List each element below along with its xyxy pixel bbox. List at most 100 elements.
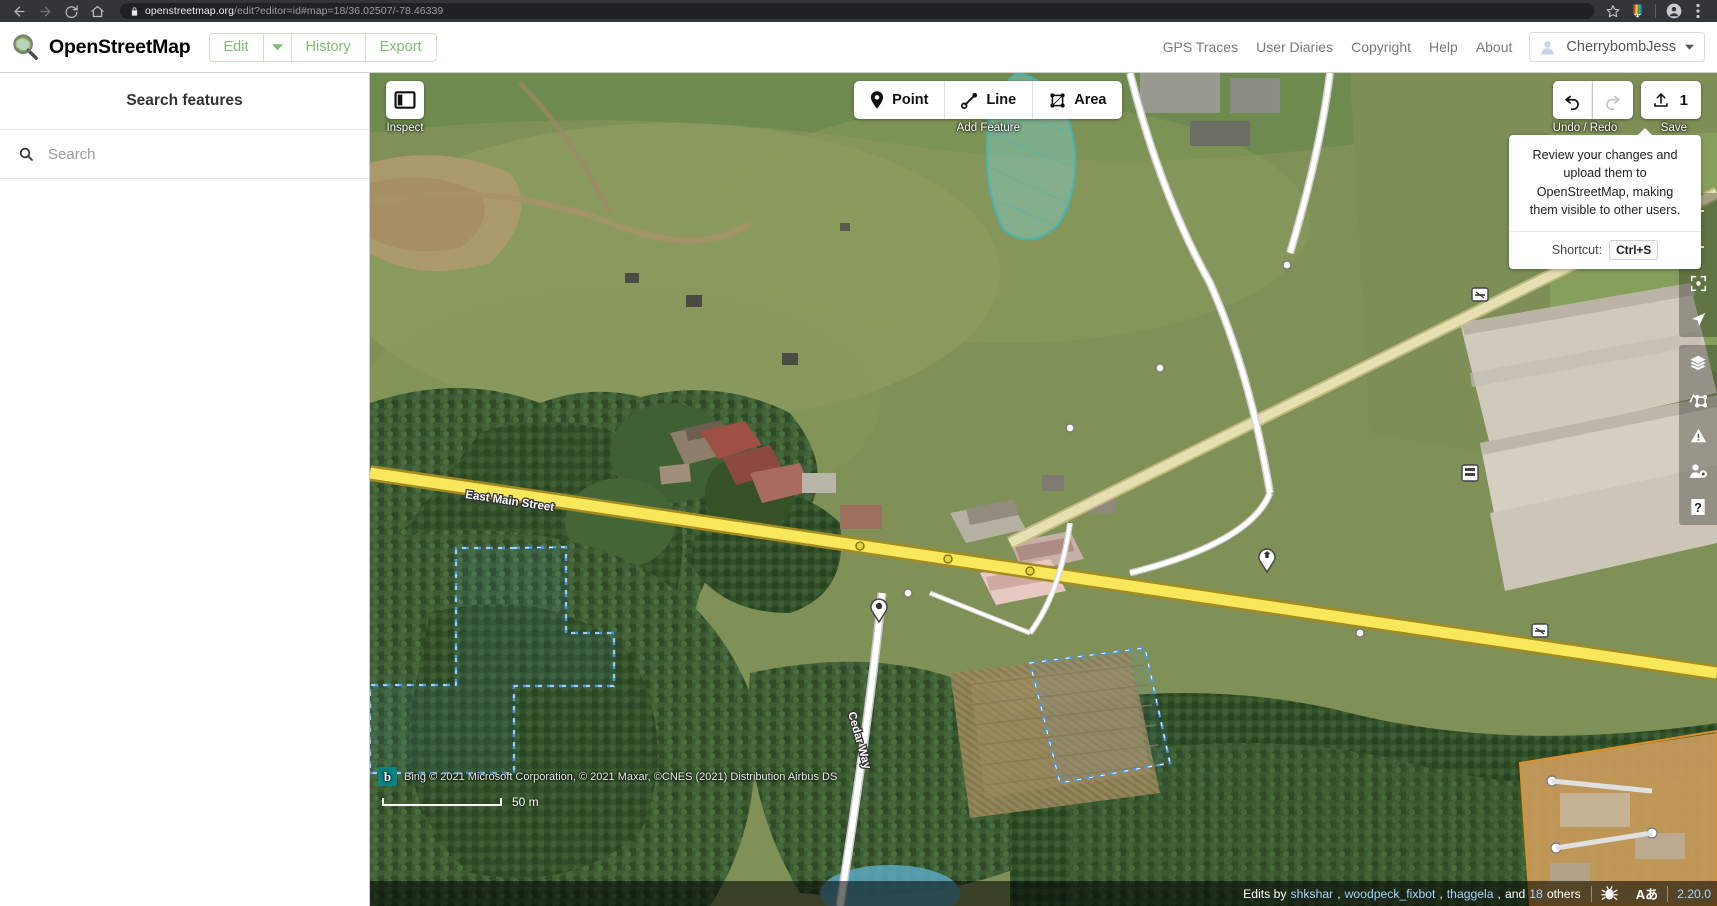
chevron-down-icon <box>1685 44 1694 50</box>
editor-link-3[interactable]: thaggela <box>1447 887 1494 901</box>
site-header: OpenStreetMap Edit History Export GPS Tr… <box>0 22 1717 73</box>
others-count[interactable]: 18 <box>1529 887 1543 901</box>
lock-icon <box>130 6 139 17</box>
add-line-button[interactable]: Line <box>945 81 1034 119</box>
add-point-label: Point <box>892 92 929 108</box>
search-input[interactable] <box>48 145 351 163</box>
attribution-text: Bing © 2021 Microsoft Corporation, © 202… <box>404 770 838 783</box>
area-icon <box>1050 92 1065 108</box>
sidebar-title: Search features <box>0 73 369 130</box>
redo-button[interactable] <box>1592 81 1633 119</box>
star-icon[interactable] <box>1602 1 1624 21</box>
layers-icon <box>1690 355 1706 371</box>
link-copyright[interactable]: Copyright <box>1342 39 1420 55</box>
link-user-diaries[interactable]: User Diaries <box>1247 39 1342 55</box>
version-label: 2.20.0 <box>1677 886 1711 901</box>
panel-controls: ? <box>1679 345 1717 525</box>
save-count: 1 <box>1679 91 1688 109</box>
kebab-menu-icon[interactable] <box>1687 1 1709 21</box>
bing-logo-icon: b <box>378 767 397 786</box>
and-text: and <box>1504 886 1526 901</box>
zoom-to-selection-button[interactable] <box>1679 265 1717 301</box>
save-row: 1 <box>1552 81 1701 119</box>
save-group: 1 Undo / Redo Save <box>1552 81 1701 134</box>
warning-triangle-icon <box>1690 428 1706 442</box>
map-data-icon <box>1689 393 1707 408</box>
upload-icon <box>1653 93 1668 107</box>
language-button[interactable]: Aあ <box>1627 884 1667 903</box>
scale-bar: 50 m <box>382 795 539 809</box>
background-settings-button[interactable] <box>1679 345 1717 381</box>
inspect-button[interactable] <box>386 81 424 119</box>
back-arrow-icon[interactable] <box>6 1 32 21</box>
issues-button[interactable] <box>1679 417 1717 453</box>
tooltip-shortcut: Shortcut: Ctrl+S <box>1509 231 1701 269</box>
address-bar[interactable]: openstreetmap.org/edit?editor=id#map=18/… <box>120 3 1594 19</box>
bug-icon <box>1600 886 1618 900</box>
redo-icon <box>1606 95 1620 110</box>
editor-link-1[interactable]: shkshar <box>1291 887 1334 901</box>
search-row <box>0 130 369 179</box>
sidebar: Search features <box>0 73 370 906</box>
browser-actions <box>1602 1 1711 21</box>
add-line-label: Line <box>986 92 1017 108</box>
browser-toolbar: openstreetmap.org/edit?editor=id#map=18/… <box>0 0 1717 22</box>
add-feature-group: Point Line Area Add Feature <box>854 81 1123 134</box>
add-feature-buttons: Point Line Area <box>854 81 1123 119</box>
nav-history[interactable]: History <box>292 33 366 61</box>
geolocate-button[interactable] <box>1679 301 1717 337</box>
save-tooltip: Review your changes and upload them to O… <box>1509 128 1701 269</box>
undo-button[interactable] <box>1552 81 1593 119</box>
line-icon <box>961 92 978 109</box>
undo-icon <box>1564 95 1579 110</box>
undo-redo-label: Undo / Redo <box>1552 122 1618 134</box>
svg-text:?: ? <box>1694 501 1702 515</box>
primary-nav: Edit History Export <box>208 32 437 62</box>
home-icon[interactable] <box>84 1 110 21</box>
profile-icon[interactable] <box>1663 1 1685 21</box>
others-suffix: others <box>1546 886 1581 901</box>
edit-dropdown-caret[interactable] <box>264 33 292 61</box>
nav-export[interactable]: Export <box>366 34 436 61</box>
shortcut-key: Ctrl+S <box>1609 240 1659 260</box>
reload-icon[interactable] <box>58 1 84 21</box>
editor-link-2[interactable]: woodpeck_fixbot <box>1345 887 1436 901</box>
user-menu[interactable]: CherrybombJess <box>1529 32 1705 62</box>
save-labels: Undo / Redo Save <box>1553 122 1701 134</box>
edits-prefix: Edits by <box>1243 886 1287 901</box>
control-gap <box>1679 337 1717 345</box>
link-help[interactable]: Help <box>1420 39 1467 55</box>
nav-edit[interactable]: Edit <box>210 33 264 61</box>
map-canvas[interactable]: East Main Street Cedar Way Inspect Point… <box>370 73 1717 906</box>
area-lot-orange <box>1518 729 1717 906</box>
shortcut-label: Shortcut: <box>1551 243 1603 257</box>
preferences-button[interactable] <box>1679 453 1717 489</box>
brand[interactable]: OpenStreetMap <box>10 32 191 62</box>
main-area: Search features Search East Main Street … <box>0 73 1717 906</box>
inspect-label: Inspect <box>386 122 424 134</box>
report-bug-button[interactable] <box>1592 886 1627 901</box>
search-icon <box>18 146 34 162</box>
openstreetmap-logo-icon <box>13 34 38 60</box>
add-area-label: Area <box>1074 92 1107 108</box>
user-gear-icon <box>1689 464 1707 478</box>
edits-by: Edits by shkshar, woodpeck_fixbot, thagg… <box>1243 886 1581 901</box>
avatar-icon <box>1538 38 1557 57</box>
tooltip-body: Review your changes and upload them to O… <box>1529 148 1681 217</box>
status-bar: Edits by shkshar, woodpeck_fixbot, thagg… <box>370 881 1717 906</box>
scale-text: 50 m <box>512 795 539 809</box>
save-button[interactable]: 1 <box>1640 81 1701 119</box>
extension-icon[interactable] <box>1626 1 1648 21</box>
add-point-button[interactable]: Point <box>854 81 946 119</box>
add-area-button[interactable]: Area <box>1033 81 1122 119</box>
secondary-nav: GPS Traces User Diaries Copyright Help A… <box>1154 32 1705 62</box>
help-button[interactable]: ? <box>1679 489 1717 525</box>
map-data-button[interactable] <box>1679 381 1717 417</box>
tooltip-arrow <box>1637 128 1653 136</box>
language-text: Aあ <box>1635 887 1659 902</box>
inspect-icon <box>394 91 416 109</box>
link-about[interactable]: About <box>1467 39 1522 55</box>
crosshair-icon <box>1690 275 1706 291</box>
link-gps-traces[interactable]: GPS Traces <box>1154 39 1247 55</box>
forward-arrow-icon[interactable] <box>32 1 58 21</box>
